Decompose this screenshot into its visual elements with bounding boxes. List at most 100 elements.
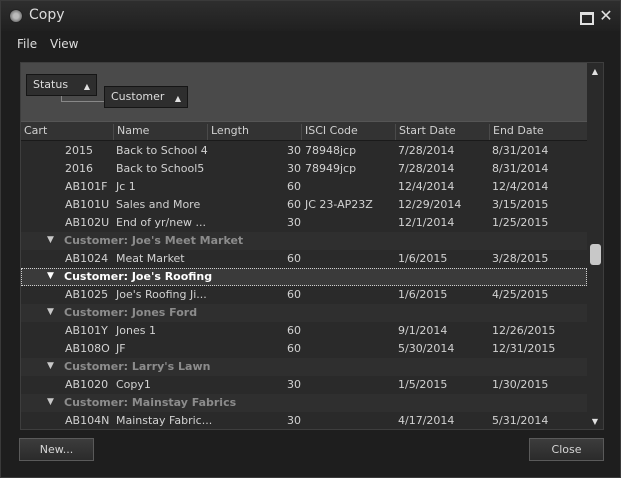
collapse-triangle-icon[interactable]: ▼ [47, 361, 54, 371]
cell-length: 60 [287, 324, 301, 337]
cell-length: 60 [287, 198, 301, 211]
group-row[interactable]: ▼ Customer: Jones Ford [21, 304, 587, 322]
cell-start: 4/17/2014 [398, 414, 455, 427]
table-row[interactable]: AB101U Sales and More 60 JC 23-AP23Z 12/29/2… [21, 196, 587, 214]
cell-start: 1/6/2015 [398, 252, 448, 265]
cell-start: 1/5/2015 [398, 378, 448, 391]
collapse-triangle-icon[interactable]: ▼ [47, 271, 54, 281]
cell-end: 1/30/2015 [492, 378, 549, 391]
column-header-end-date[interactable]: End Date [489, 124, 587, 140]
cell-length: 60 [287, 252, 301, 265]
table-row[interactable]: AB101Y Jones 1 60 9/1/2014 12/26/2015 [21, 322, 587, 340]
scroll-down-icon[interactable]: ▼ [587, 415, 603, 429]
group-connector [61, 96, 104, 102]
cell-end: 4/25/2015 [492, 288, 549, 301]
menu-view[interactable]: View [50, 37, 78, 51]
cell-name: Meat Market [116, 252, 185, 265]
group-row[interactable]: ▼ Customer: Joe's Meet Market [21, 232, 587, 250]
menu-file[interactable]: File [17, 37, 37, 51]
cell-cart: AB101Y [65, 324, 108, 337]
cell-name: Jones 1 [116, 324, 156, 337]
group-label: Customer: Mainstay Fabrics [64, 396, 237, 409]
scroll-up-icon[interactable]: ▲ [587, 65, 603, 79]
cell-cart: 2015 [65, 144, 93, 157]
cell-length: 60 [287, 342, 301, 355]
group-chip-status[interactable]: Status ▲ [26, 74, 97, 96]
cell-cart: 2016 [65, 162, 93, 175]
cell-isci: 78948jcp [305, 144, 357, 157]
sort-ascending-icon: ▲ [83, 82, 90, 91]
table-row[interactable]: AB1025 Joe's Roofing Ji... 60 1/6/2015 4/25/… [21, 286, 587, 304]
group-by-area: Status ▲ Customer ▲ [21, 63, 587, 121]
cell-end: 12/4/2014 [492, 180, 549, 193]
cell-name: Back to School5 [116, 162, 205, 175]
collapse-triangle-icon[interactable]: ▼ [47, 307, 54, 317]
table-row[interactable]: AB108O JF 60 5/30/2014 12/31/2015 [21, 340, 587, 358]
cell-length: 30 [287, 162, 301, 175]
cell-name: Mainstay Fabric... [116, 414, 213, 427]
group-row[interactable]: ▼ Customer: Larry's Lawn [21, 358, 587, 376]
cell-isci: JC 23-AP23Z [305, 198, 373, 211]
cell-length: 60 [287, 288, 301, 301]
column-header-cart[interactable]: Cart [21, 124, 113, 140]
collapse-triangle-icon[interactable]: ▼ [47, 235, 54, 245]
cell-start: 12/4/2014 [398, 180, 455, 193]
column-header-length[interactable]: Length [207, 124, 301, 140]
cell-start: 12/29/2014 [398, 198, 462, 211]
vertical-scrollbar[interactable]: ▲ ▼ [587, 63, 603, 429]
table-row[interactable]: AB102U End of yr/new ... 30 12/1/2014 1/25/2… [21, 214, 587, 232]
cell-start: 1/6/2015 [398, 288, 448, 301]
group-row[interactable]: ▼ Customer: Joe's Roofing [21, 268, 587, 286]
cell-name: End of yr/new ... [116, 216, 206, 229]
table-row[interactable]: 2015 Back to School 4 30 78948jcp 7/28/2014 8… [21, 142, 587, 160]
cell-length: 30 [287, 378, 301, 391]
table-row[interactable]: AB1024 Meat Market 60 1/6/2015 3/28/2015 [21, 250, 587, 268]
column-header-name[interactable]: Name [113, 124, 207, 140]
group-chip-customer[interactable]: Customer ▲ [104, 86, 188, 108]
cell-name: Sales and More [116, 198, 201, 211]
table-row[interactable]: AB1020 Copy1 30 1/5/2015 1/30/2015 [21, 376, 587, 394]
close-button[interactable]: Close [529, 438, 604, 461]
cell-name: Copy1 [116, 378, 151, 391]
cell-cart: AB104N [65, 414, 110, 427]
cell-length: 30 [287, 144, 301, 157]
scroll-thumb[interactable] [590, 244, 601, 265]
cell-length: 30 [287, 216, 301, 229]
cell-cart: AB102U [65, 216, 110, 229]
cell-name: JF [116, 342, 126, 355]
cell-isci: 78949jcp [305, 162, 357, 175]
sort-ascending-icon: ▲ [174, 94, 181, 103]
title-bar[interactable]: Copy ✕ [1, 1, 620, 31]
cell-start: 12/1/2014 [398, 216, 455, 229]
group-chip-label: Status [33, 78, 69, 91]
group-label: Customer: Larry's Lawn [64, 360, 211, 373]
table-row[interactable]: 2016 Back to School5 30 78949jcp 7/28/2014 8/… [21, 160, 587, 178]
cell-length: 60 [287, 180, 301, 193]
restore-icon[interactable] [577, 8, 594, 25]
cell-length: 30 [287, 414, 301, 427]
cell-start: 5/30/2014 [398, 342, 455, 355]
cell-end: 12/26/2015 [492, 324, 556, 337]
copy-window: Copy ✕ File View Status ▲ Customer ▲ Car… [0, 0, 621, 478]
close-icon[interactable]: ✕ [598, 8, 614, 24]
cell-end: 8/31/2014 [492, 162, 549, 175]
cell-cart: AB101F [65, 180, 108, 193]
cell-end: 1/25/2015 [492, 216, 549, 229]
cell-cart: AB101U [65, 198, 110, 211]
group-row[interactable]: ▼ Customer: Mainstay Fabrics [21, 394, 587, 412]
table-row[interactable]: AB104N Mainstay Fabric... 30 4/17/2014 5/31/… [21, 412, 587, 429]
cell-cart: AB1020 [65, 378, 109, 391]
cell-end: 12/31/2015 [492, 342, 556, 355]
new-button[interactable]: New... [19, 438, 94, 461]
cell-cart: AB108O [65, 342, 110, 355]
cell-end: 5/31/2014 [492, 414, 549, 427]
cell-name: Jc 1 [116, 180, 136, 193]
table-row[interactable]: AB101F Jc 1 60 12/4/2014 12/4/2014 [21, 178, 587, 196]
group-chip-label: Customer [111, 90, 165, 103]
menu-bar: File View [1, 34, 620, 54]
cell-name: Back to School 4 [116, 144, 208, 157]
collapse-triangle-icon[interactable]: ▼ [47, 397, 54, 407]
column-header-start-date[interactable]: Start Date [395, 124, 489, 140]
column-header-isci-code[interactable]: ISCI Code [301, 124, 395, 140]
cell-end: 3/15/2015 [492, 198, 549, 211]
